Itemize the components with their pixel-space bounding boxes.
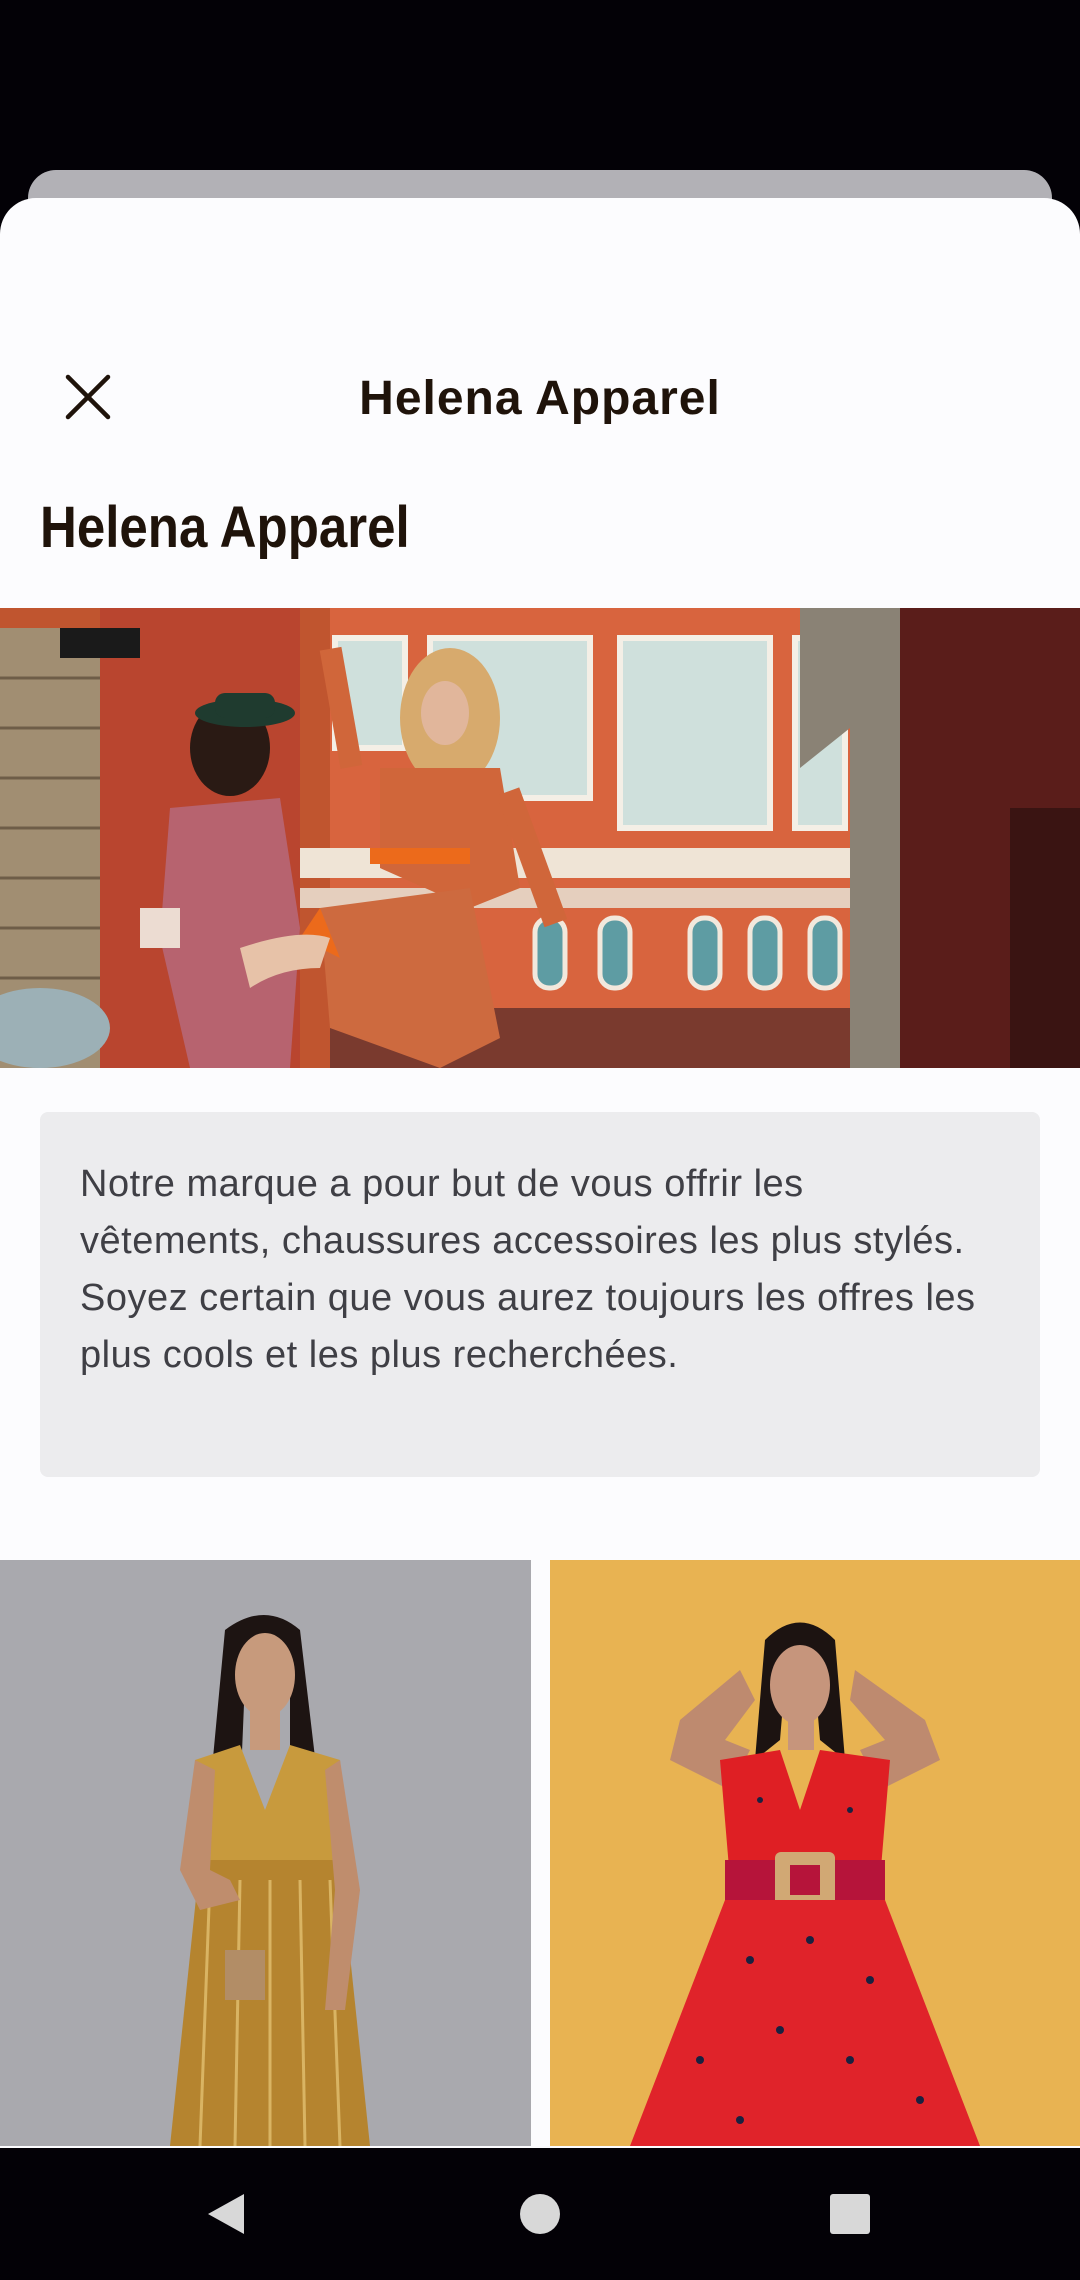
nav-recents-button[interactable] xyxy=(814,2178,886,2250)
sheet-header: Helena Apparel xyxy=(0,353,1080,433)
home-circle-icon xyxy=(520,2194,560,2234)
nav-home-button[interactable] xyxy=(504,2178,576,2250)
bottom-sheet: Helena Apparel Helena Apparel Notre marq… xyxy=(0,198,1080,2148)
brand-description-card: Notre marque a pour but de vous offrir l… xyxy=(40,1112,1040,1477)
back-triangle-icon xyxy=(208,2194,244,2234)
nav-back-button[interactable] xyxy=(190,2178,262,2250)
recents-square-icon xyxy=(830,2194,870,2234)
header-title: Helena Apparel xyxy=(359,372,721,425)
red-floral-dress-photo xyxy=(550,1560,1080,2146)
product-card-gold-dress[interactable] xyxy=(0,1560,531,2146)
brand-hero-photo xyxy=(0,608,1080,1068)
gold-sequin-dress-photo xyxy=(0,1560,531,2146)
product-card-red-dress[interactable] xyxy=(550,1560,1080,2146)
status-bar-area xyxy=(0,0,1080,170)
brand-description: Notre marque a pour but de vous offrir l… xyxy=(80,1163,976,1376)
system-navigation-bar xyxy=(0,2148,1080,2280)
brand-heading: Helena Apparel xyxy=(40,495,410,560)
